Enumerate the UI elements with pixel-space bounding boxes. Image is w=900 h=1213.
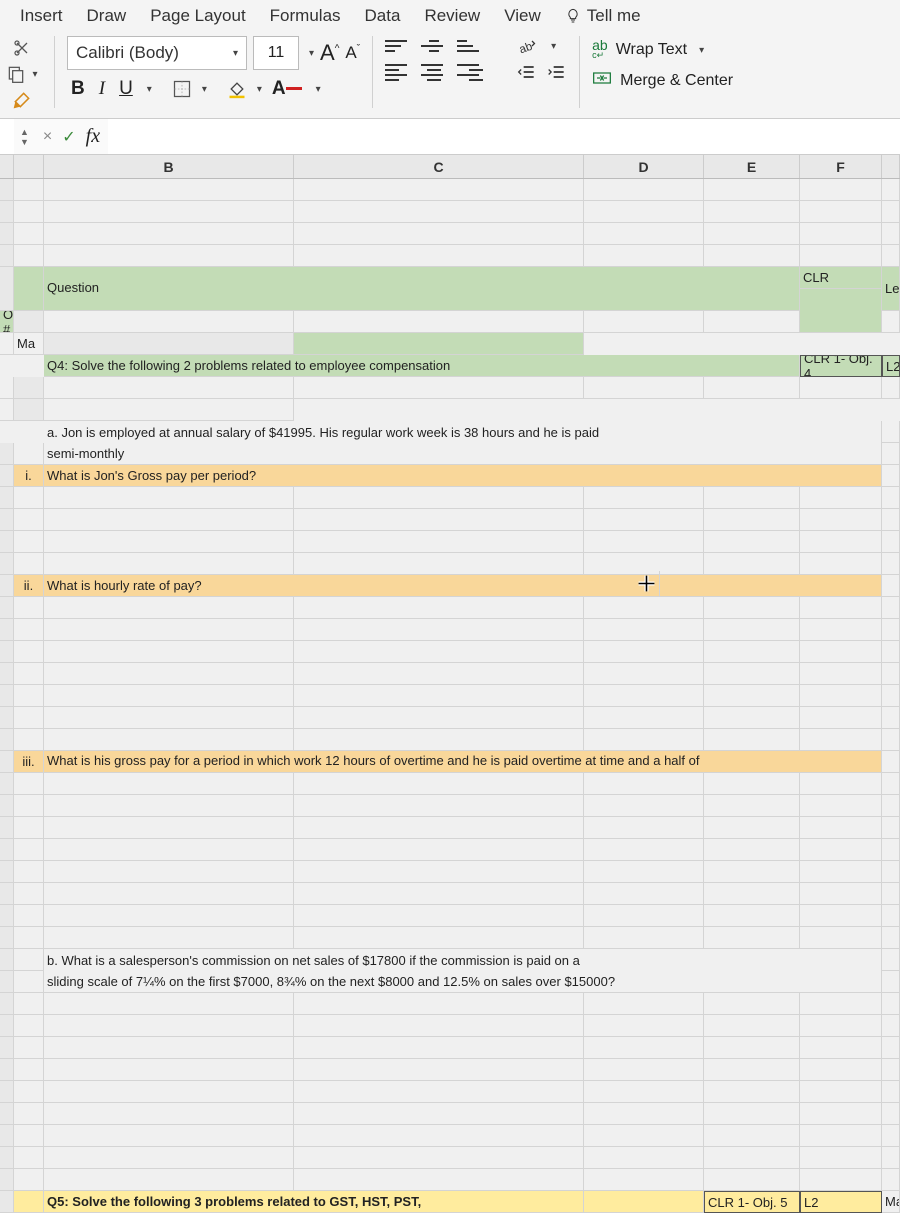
cell-qii[interactable]: What is hourly rate of pay?	[44, 575, 882, 597]
formula-bar: ▲▼ × ✓ fx	[0, 119, 900, 155]
tab-page-layout[interactable]: Page Layout	[150, 6, 245, 26]
tab-draw[interactable]: Draw	[87, 6, 127, 26]
align-bottom-button[interactable]	[457, 36, 483, 56]
cut-button[interactable]	[12, 38, 32, 58]
col-header-B[interactable]: B	[44, 155, 294, 178]
cancel-formula-button[interactable]: ×	[43, 128, 52, 146]
cell-lesson[interactable]: Lesson	[882, 267, 900, 311]
cell-l2-a[interactable]: L2	[882, 355, 900, 377]
svg-text:ab: ab	[518, 40, 535, 56]
chevron-down-icon[interactable]: ▾	[202, 84, 207, 95]
cell-i[interactable]: i.	[14, 465, 44, 487]
tell-me-label: Tell me	[587, 6, 641, 26]
italic-button[interactable]: I	[95, 76, 109, 102]
align-right-button[interactable]	[457, 62, 483, 82]
cell-clr1-4[interactable]: CLR 1- Obj. 4	[800, 355, 882, 377]
increase-font-button[interactable]: A^	[320, 40, 339, 66]
col-header-A[interactable]	[14, 155, 44, 178]
bulb-icon	[565, 8, 581, 24]
column-headers: B C D E F	[0, 155, 900, 179]
border-button[interactable]	[172, 79, 192, 99]
ribbon-tabs: Insert Draw Page Layout Formulas Data Re…	[0, 0, 900, 30]
align-left-button[interactable]	[385, 62, 411, 82]
confirm-formula-button[interactable]: ✓	[62, 127, 75, 147]
copy-icon	[6, 64, 26, 84]
cell-ajon1[interactable]: a. Jon is employed at annual salary of $…	[44, 421, 882, 443]
chevron-down-icon: ▾	[233, 48, 238, 59]
decrease-indent-button[interactable]	[517, 62, 537, 82]
align-center-button[interactable]	[421, 62, 447, 82]
col-header-E[interactable]: E	[704, 155, 800, 178]
wrap-text-label: Wrap Text	[616, 41, 687, 59]
col-header-C[interactable]: C	[294, 155, 584, 178]
font-name-label: Calibri (Body)	[76, 43, 179, 63]
name-box-expand[interactable]: ▲▼	[14, 127, 35, 147]
wrap-text-button[interactable]: abc↵ Wrap Text ▾	[592, 40, 733, 60]
font-size-select[interactable]: 11	[253, 36, 299, 70]
font-name-select[interactable]: Calibri (Body) ▾	[67, 36, 247, 70]
align-middle-button[interactable]	[421, 36, 447, 56]
cell-q5[interactable]: Q5: Solve the following 3 problems relat…	[44, 1191, 584, 1213]
cell-clr[interactable]: CLR	[800, 267, 882, 289]
merge-center-label: Merge & Center	[620, 72, 733, 90]
chevron-down-icon: ▾	[32, 69, 37, 80]
col-header-D[interactable]: D	[584, 155, 704, 178]
font-group: Calibri (Body) ▾ 11 ▾ A^ Aˇ B I U ▾ ▾ ▾	[67, 34, 360, 110]
cell-question[interactable]: Question	[44, 267, 800, 311]
cell-l2-b[interactable]: L2	[800, 1191, 882, 1213]
ribbon-content: ▾ Calibri (Body) ▾ 11 ▾ A^ Aˇ B I U ▾	[0, 30, 900, 119]
cell-objective[interactable]: Objective #	[0, 311, 14, 333]
formula-input[interactable]	[108, 119, 900, 154]
tab-formulas[interactable]: Formulas	[270, 6, 341, 26]
spreadsheet-grid[interactable]: Question CLR Lesson Objective # Ma Q4: S…	[0, 179, 900, 1213]
scissors-icon	[12, 38, 32, 58]
cell-ajon2[interactable]: semi-monthly	[44, 443, 882, 465]
font-size-label: 11	[268, 44, 285, 62]
merge-icon	[592, 68, 612, 93]
chevron-down-icon: ▾	[699, 45, 704, 56]
cell-q4[interactable]: Q4: Solve the following 2 problems relat…	[44, 355, 800, 377]
tab-review[interactable]: Review	[424, 6, 480, 26]
fill-color-button[interactable]	[227, 79, 247, 99]
align-top-button[interactable]	[385, 36, 411, 56]
tab-data[interactable]: Data	[365, 6, 401, 26]
chevron-down-icon[interactable]: ▾	[257, 84, 262, 95]
underline-button[interactable]: U	[115, 76, 137, 102]
copy-button[interactable]: ▾	[6, 64, 37, 84]
cell-iii[interactable]: iii.	[14, 751, 44, 773]
col-header-F[interactable]: F	[800, 155, 882, 178]
merge-center-button[interactable]: Merge & Center	[592, 68, 733, 93]
alignment-group: ab ▾	[385, 34, 567, 110]
tell-me[interactable]: Tell me	[565, 6, 641, 26]
cell-qiii[interactable]: What is his gross pay for a period in wh…	[44, 751, 882, 773]
cell-mark[interactable]: Mark	[882, 1191, 900, 1213]
bold-button[interactable]: B	[67, 76, 89, 102]
cell-ii[interactable]: ii.	[14, 575, 44, 597]
wrap-text-icon: abc↵	[592, 40, 608, 60]
chevron-down-icon[interactable]: ▾	[316, 84, 321, 95]
chevron-down-icon[interactable]: ▾	[147, 84, 152, 95]
orientation-button[interactable]: ab	[517, 36, 537, 56]
chevron-down-icon[interactable]: ▾	[551, 41, 556, 52]
chevron-down-icon[interactable]: ▾	[309, 48, 314, 59]
cell-clr1-5[interactable]: CLR 1- Obj. 5	[704, 1191, 800, 1213]
cell-ma[interactable]: Ma	[14, 333, 44, 355]
tab-insert[interactable]: Insert	[20, 6, 63, 26]
font-color-button[interactable]: A	[268, 76, 306, 102]
format-painter-button[interactable]	[12, 90, 32, 110]
cell-b2[interactable]: sliding scale of 7¼% on the first $7000,…	[44, 971, 882, 993]
increase-indent-button[interactable]	[547, 62, 567, 82]
cell-b1[interactable]: b. What is a salesperson's commission on…	[44, 949, 882, 971]
paintbrush-icon	[12, 90, 32, 110]
cell-qi[interactable]: What is Jon's Gross pay per period?	[44, 465, 882, 487]
select-all-corner[interactable]	[0, 155, 14, 178]
decrease-font-button[interactable]: Aˇ	[345, 43, 360, 63]
fx-button[interactable]: fx	[86, 125, 100, 148]
tab-view[interactable]: View	[504, 6, 541, 26]
name-box[interactable]	[0, 119, 14, 154]
